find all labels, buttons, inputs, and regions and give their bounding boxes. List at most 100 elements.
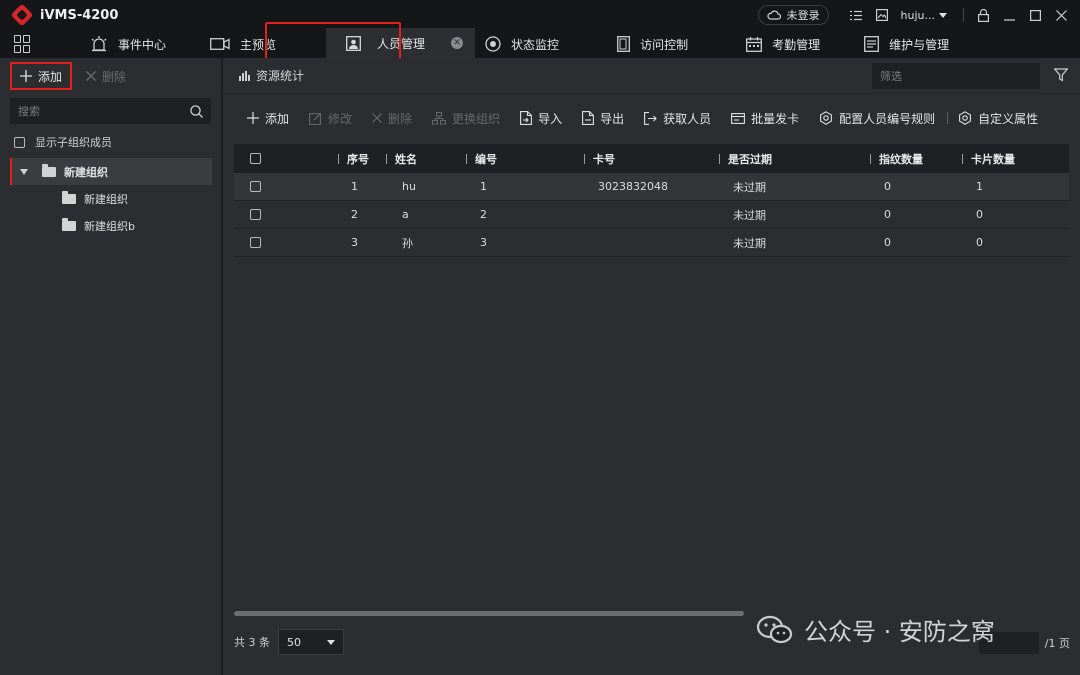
cell-card: 3023832048: [598, 180, 668, 193]
plus-icon: [247, 112, 259, 124]
cell-id: 1: [480, 180, 487, 193]
horizontal-scrollbar[interactable]: [234, 611, 744, 616]
person-table: 序号 姓名 编号 卡号 是否过期 指纹数量 卡片数量 1 hu 1 302383…: [234, 144, 1069, 257]
tab-attendance[interactable]: 考勤管理: [702, 30, 834, 58]
batch-card-button[interactable]: 批量发卡: [731, 110, 799, 127]
cell-cards: 0: [976, 208, 983, 221]
person-toolbar: 添加 修改 删除 更换组织 导入 导出 获取人员 批量发卡 配置人员编号规则 自…: [223, 94, 1080, 142]
tab-access-control[interactable]: 访问控制: [573, 30, 702, 58]
edit-icon: [309, 112, 321, 125]
search-icon[interactable]: [190, 104, 203, 118]
org-structure-icon: [432, 111, 447, 124]
minimize-icon[interactable]: [996, 0, 1022, 30]
maximize-icon[interactable]: [1022, 0, 1048, 30]
x-icon: [372, 113, 382, 123]
login-status-button[interactable]: 未登录: [757, 5, 829, 25]
export-button[interactable]: 导出: [582, 110, 624, 127]
tab-person-management[interactable]: 人员管理 ✕: [326, 28, 476, 58]
gear-icon: [959, 111, 972, 125]
person-list-panel: 资源统计 添加 修改 删除 更换组织 导入 导出: [223, 58, 1080, 675]
user-name[interactable]: huju...: [901, 9, 935, 22]
card-icon: [731, 112, 746, 124]
row-checkbox[interactable]: [250, 237, 261, 248]
column-header[interactable]: 编号: [466, 151, 497, 167]
delete-label: 删除: [102, 69, 127, 84]
table-row[interactable]: 1 hu 1 3023832048 未过期 0 1: [234, 173, 1069, 201]
tree-item-child[interactable]: 新建组织b: [0, 212, 221, 239]
app-logo-icon: [10, 3, 34, 27]
login-status-label: 未登录: [786, 9, 820, 22]
show-sub-members-checkbox[interactable]: [14, 136, 25, 148]
title-bar: iVMS-4200 未登录 huju...: [0, 0, 1080, 30]
user-dropdown-icon[interactable]: [939, 12, 947, 18]
tab-event-center[interactable]: 事件中心: [50, 30, 180, 58]
tree-item-label: 新建组织: [64, 165, 108, 179]
column-header[interactable]: 卡号: [584, 151, 615, 167]
folder-icon: [62, 217, 76, 231]
maintenance-icon: [864, 36, 880, 52]
custom-attribute-button[interactable]: 自定义属性: [958, 110, 1038, 127]
tab-main-preview[interactable]: 主预览: [180, 30, 290, 58]
add-org-button[interactable]: 添加: [10, 62, 73, 90]
delete-person-button[interactable]: 删除: [372, 110, 412, 127]
window-controls: 未登录 huju...: [757, 0, 1080, 30]
cell-index: 3: [351, 236, 358, 249]
tab-close-icon[interactable]: ✕: [451, 37, 464, 49]
list-icon[interactable]: [843, 0, 869, 30]
column-header[interactable]: 是否过期: [719, 151, 772, 167]
tab-maintenance[interactable]: 维护与管理: [834, 30, 963, 58]
table-row[interactable]: 2 a 2 未过期 0 0: [234, 201, 1069, 229]
chevron-down-icon: [327, 639, 335, 645]
filter-funnel-icon[interactable]: [1054, 68, 1068, 82]
select-all-checkbox[interactable]: [250, 153, 261, 164]
delete-org-button[interactable]: 删除: [86, 68, 126, 85]
tab-label: 事件中心: [118, 37, 167, 52]
tab-label: 主预览: [240, 37, 277, 52]
edit-person-button[interactable]: 修改: [309, 110, 352, 127]
cell-name: hu: [402, 180, 416, 193]
import-button[interactable]: 导入: [520, 110, 562, 127]
collapse-caret-icon[interactable]: [20, 168, 28, 175]
tool-label: 自定义属性: [978, 111, 1039, 126]
get-person-button[interactable]: 获取人员: [644, 110, 711, 127]
cell-index: 2: [351, 208, 358, 221]
tab-label: 维护与管理: [889, 37, 950, 52]
resource-stats-title[interactable]: 资源统计: [256, 67, 304, 84]
tab-status-monitor[interactable]: 状态监控: [475, 30, 573, 58]
change-org-button[interactable]: 更换组织: [432, 110, 500, 127]
module-nav-bar: 事件中心 主预览 人员管理 ✕ 状态监控 访问控制 考勤管理 维护与管理: [0, 28, 1080, 58]
config-id-rule-button[interactable]: 配置人员编号规则: [819, 110, 935, 127]
page-size-select[interactable]: 50: [278, 629, 344, 655]
org-search-input[interactable]: [18, 104, 178, 118]
divider: [947, 112, 949, 124]
tree-item-root[interactable]: 新建组织: [10, 158, 212, 185]
close-icon[interactable]: [1048, 0, 1074, 30]
monitor-dial-icon: [485, 36, 501, 52]
folder-icon: [42, 163, 56, 177]
row-checkbox[interactable]: [250, 181, 261, 192]
cell-fingerprints: 0: [884, 236, 891, 249]
tree-item-child[interactable]: 新建组织: [0, 185, 221, 212]
cloud-icon: [766, 10, 781, 20]
cell-expired: 未过期: [733, 236, 766, 250]
table-header: 序号 姓名 编号 卡号 是否过期 指纹数量 卡片数量: [234, 144, 1069, 173]
total-count: 共 3 条: [234, 636, 270, 649]
column-header[interactable]: 序号: [338, 151, 369, 167]
image-icon[interactable]: [869, 0, 895, 30]
column-header[interactable]: 卡片数量: [962, 151, 1015, 167]
cell-id: 2: [480, 208, 487, 221]
table-footer: 共 3 条 50: [234, 628, 344, 656]
row-checkbox[interactable]: [250, 209, 261, 220]
org-search-box: [10, 98, 211, 124]
tree-item-label: 新建组织: [84, 192, 128, 206]
lock-icon[interactable]: [970, 0, 996, 30]
tool-label: 修改: [328, 111, 353, 126]
show-sub-members-option[interactable]: 显示子组织成员: [14, 134, 221, 150]
tree-item-label: 新建组织b: [84, 219, 135, 233]
module-grid-icon[interactable]: [14, 35, 32, 53]
table-row[interactable]: 3 孙 3 未过期 0 0: [234, 229, 1069, 257]
column-header[interactable]: 指纹数量: [870, 151, 923, 167]
add-person-button[interactable]: 添加: [247, 110, 289, 127]
filter-input[interactable]: [880, 69, 1030, 83]
column-header[interactable]: 姓名: [386, 151, 417, 167]
